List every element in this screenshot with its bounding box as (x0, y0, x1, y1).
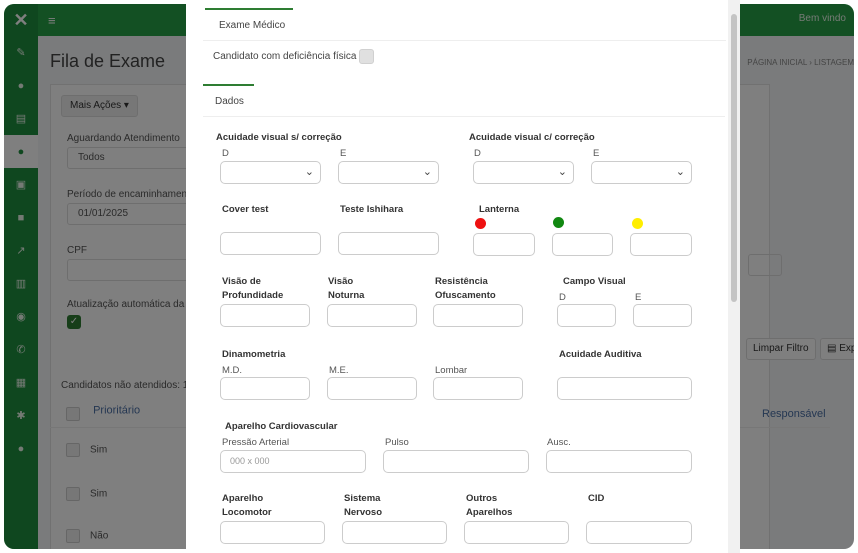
chevron-down-icon: ⌄ (422, 166, 432, 178)
others-label: Outros Aparelhos (466, 493, 513, 518)
ausc-label: Ausc. (547, 437, 571, 448)
visual-field-label: Campo Visual (563, 276, 626, 287)
lanterna-green-input[interactable] (552, 233, 613, 256)
pressure-input[interactable]: 000 x 000 (220, 450, 366, 473)
tab-divider (203, 40, 726, 41)
green-light-icon (553, 217, 564, 228)
lombar-input[interactable] (433, 377, 523, 400)
cid-label: CID (588, 493, 605, 504)
modal-body: Exame Médico Candidato com deficiência f… (203, 0, 726, 553)
ishihara-input[interactable] (338, 232, 439, 255)
me-label: M.E. (329, 365, 349, 376)
scrollbar-thumb[interactable] (731, 14, 737, 302)
md-input[interactable] (220, 377, 310, 400)
me-input[interactable] (327, 377, 417, 400)
visual-with-corr-d-label: D (474, 148, 481, 159)
visual-no-corr-e-label: E (340, 148, 347, 159)
lanterna-red-input[interactable] (473, 233, 535, 256)
hearing-input[interactable] (557, 377, 692, 400)
tab-divider (203, 116, 725, 117)
visual-field-d-input[interactable] (557, 304, 616, 327)
pulse-label: Pulso (385, 437, 409, 448)
cardio-label: Aparelho Cardiovascular (225, 421, 338, 432)
cover-test-input[interactable] (220, 232, 321, 255)
red-light-icon (475, 218, 486, 229)
visual-with-corr-e-select[interactable]: ⌄ (591, 161, 692, 184)
locomotor-label: Aparelho Locomotor (222, 493, 272, 518)
exam-modal: Exame Médico Candidato com deficiência f… (186, 0, 740, 553)
visual-field-e-label: E (635, 292, 642, 303)
pressure-label: Pressão Arterial (222, 437, 290, 448)
night-vision-input[interactable] (327, 304, 417, 327)
visual-field-e-input[interactable] (633, 304, 692, 327)
hearing-label: Acuidade Auditiva (559, 349, 642, 360)
lanterna-yellow-input[interactable] (630, 233, 692, 256)
visual-field-d-label: D (559, 292, 566, 303)
visual-no-corr-d-select[interactable]: ⌄ (220, 161, 321, 184)
dynamometry-label: Dinamometria (222, 349, 286, 360)
lombar-label: Lombar (435, 365, 468, 376)
locomotor-input[interactable] (220, 521, 325, 544)
visual-no-corr-label: Acuidade visual s/ correção (216, 132, 342, 143)
visual-no-corr-d-label: D (222, 148, 229, 159)
ausc-input[interactable] (546, 450, 692, 473)
chevron-down-icon: ⌄ (675, 166, 685, 178)
depth-label: Visão de Profundidade (222, 276, 284, 301)
depth-input[interactable] (220, 304, 310, 327)
others-input[interactable] (464, 521, 569, 544)
glare-input[interactable] (433, 304, 523, 327)
glare-label: Resistência Ofuscamento (435, 276, 496, 301)
visual-with-corr-d-select[interactable]: ⌄ (473, 161, 574, 184)
visual-no-corr-e-select[interactable]: ⌄ (338, 161, 439, 184)
visual-with-corr-label: Acuidade visual c/ correção (469, 132, 595, 143)
pcd-checkbox[interactable] (359, 49, 374, 64)
pcd-label: Candidato com deficiência física (213, 51, 357, 62)
tab-exam[interactable]: Exame Médico (205, 8, 293, 39)
ishihara-label: Teste Ishihara (340, 204, 404, 215)
nervous-label: Sistema Nervoso (344, 493, 383, 518)
cid-input[interactable] (586, 521, 692, 544)
modal-scrollbar[interactable] (728, 0, 740, 553)
yellow-light-icon (632, 218, 643, 229)
pulse-input[interactable] (383, 450, 529, 473)
md-label: M.D. (222, 365, 243, 376)
tab-data[interactable]: Dados (203, 84, 254, 116)
cover-test-label: Cover test (222, 204, 269, 215)
night-vision-label: Visão Noturna (328, 276, 365, 301)
nervous-input[interactable] (342, 521, 447, 544)
chevron-down-icon: ⌄ (304, 166, 314, 178)
lanterna-label: Lanterna (479, 204, 520, 215)
visual-with-corr-e-label: E (593, 148, 600, 159)
chevron-down-icon: ⌄ (557, 166, 567, 178)
